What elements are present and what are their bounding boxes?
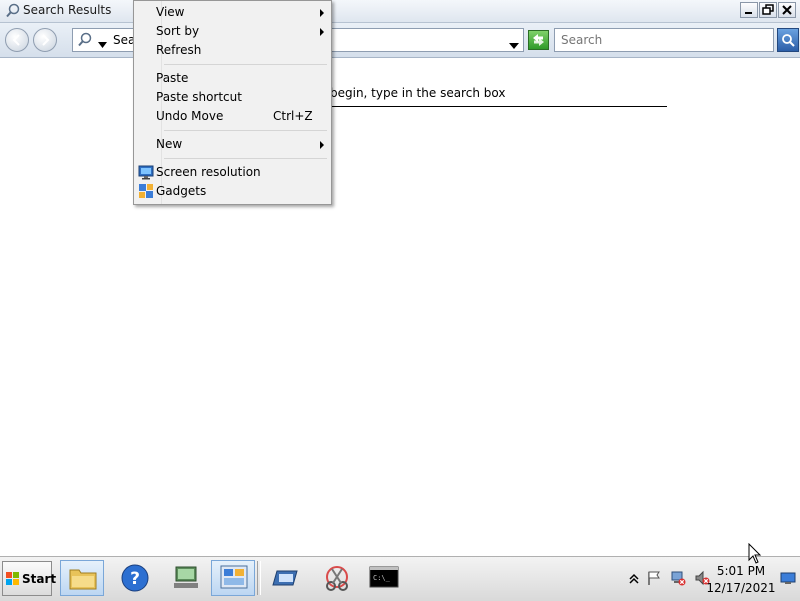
search-box[interactable]	[554, 28, 774, 52]
menu-item-label: Sort by	[156, 24, 200, 38]
menu-item-label: Gadgets	[156, 184, 207, 198]
show-desktop-icon[interactable]	[780, 570, 796, 586]
menu-separator	[164, 64, 327, 65]
search-icon	[77, 32, 93, 51]
taskbar-tool[interactable]	[264, 560, 308, 596]
taskbar-help[interactable]: ?	[113, 560, 157, 596]
close-icon	[782, 5, 792, 15]
network-icon	[174, 566, 198, 588]
window-title: Search Results	[23, 3, 112, 17]
search-input[interactable]	[561, 30, 761, 50]
close-button[interactable]	[778, 2, 796, 18]
taskbar-file-explorer[interactable]	[60, 560, 104, 596]
server-manager-icon	[220, 565, 248, 589]
snipping-tool-icon	[326, 566, 348, 591]
search-icon	[5, 3, 21, 19]
taskbar-snipping-tool[interactable]	[315, 560, 359, 596]
divider	[330, 106, 667, 107]
forward-arrow-icon	[42, 34, 50, 46]
menu-item-gadgets[interactable]: Gadgets	[136, 182, 329, 201]
menu-item-screen-resolution[interactable]: Screen resolution	[136, 163, 329, 182]
menu-item-label: Refresh	[156, 43, 202, 57]
menu-item-view[interactable]: View	[136, 3, 329, 22]
submenu-arrow-icon	[320, 28, 324, 36]
mouse-cursor-icon	[748, 542, 762, 568]
menu-item-refresh[interactable]: Refresh	[136, 41, 329, 60]
menu-item-shortcut: Ctrl+Z	[273, 109, 313, 123]
refresh-button[interactable]	[528, 30, 549, 50]
menu-separator	[164, 158, 327, 159]
submenu-arrow-icon	[320, 9, 324, 17]
gadgets-icon	[138, 183, 154, 199]
breadcrumb-arrow-icon[interactable]	[98, 37, 107, 51]
taskbar: Start ? C:\_ 5:01 PM 12/17/2021	[0, 556, 800, 601]
menu-item-sort-by[interactable]: Sort by	[136, 22, 329, 41]
window-titlebar: Search Results	[0, 0, 800, 23]
command-prompt-icon: C:\_	[369, 566, 399, 588]
menu-item-label: New	[156, 137, 183, 151]
restore-button[interactable]	[759, 2, 777, 18]
windows-logo-icon	[6, 572, 20, 589]
menu-separator	[164, 130, 327, 131]
menu-item-paste-shortcut[interactable]: Paste shortcut	[136, 88, 329, 107]
chevron-down-icon[interactable]	[509, 38, 519, 52]
taskbar-divider	[257, 561, 261, 595]
menu-item-undo-move[interactable]: Undo Move Ctrl+Z	[136, 107, 329, 126]
minimize-button[interactable]	[740, 2, 758, 18]
back-button[interactable]	[5, 28, 29, 52]
context-menu: View Sort by Refresh Paste Paste shortcu…	[133, 0, 332, 205]
menu-item-new[interactable]: New	[136, 135, 329, 154]
tool-icon	[272, 570, 298, 586]
monitor-icon	[138, 164, 154, 180]
start-button[interactable]: Start	[2, 561, 56, 596]
svg-text:C:\_: C:\_	[373, 574, 391, 582]
back-arrow-icon	[12, 34, 20, 46]
submenu-arrow-icon	[320, 141, 324, 149]
show-hidden-icons-icon[interactable]	[626, 570, 642, 586]
restore-icon	[762, 4, 774, 15]
menu-item-label: Paste	[156, 71, 189, 85]
navigation-toolbar: Sear	[0, 23, 800, 58]
taskbar-network[interactable]	[164, 560, 208, 596]
clock-date[interactable]: 12/17/2021	[704, 581, 778, 595]
clock-time[interactable]: 5:01 PM	[704, 564, 778, 578]
menu-item-label: Paste shortcut	[156, 90, 242, 104]
search-instruction-text: begin, type in the search box	[330, 86, 506, 100]
network-disconnected-icon[interactable]	[670, 570, 686, 586]
search-button[interactable]	[777, 28, 799, 52]
taskbar-command-prompt[interactable]: C:\_	[362, 560, 406, 596]
menu-item-label: Screen resolution	[156, 165, 261, 179]
folder-icon	[69, 569, 97, 590]
menu-item-label: Undo Move	[156, 109, 224, 123]
menu-item-paste[interactable]: Paste	[136, 69, 329, 88]
taskbar-server-manager[interactable]	[211, 560, 255, 596]
refresh-icon	[533, 34, 544, 46]
help-icon: ?	[121, 564, 149, 592]
svg-text:?: ?	[130, 569, 140, 589]
forward-button[interactable]	[33, 28, 57, 52]
action-center-flag-icon[interactable]	[646, 570, 662, 586]
magnifier-icon	[782, 34, 795, 47]
menu-item-label: View	[156, 5, 185, 19]
minimize-icon	[745, 12, 752, 14]
start-label: Start	[22, 572, 57, 586]
